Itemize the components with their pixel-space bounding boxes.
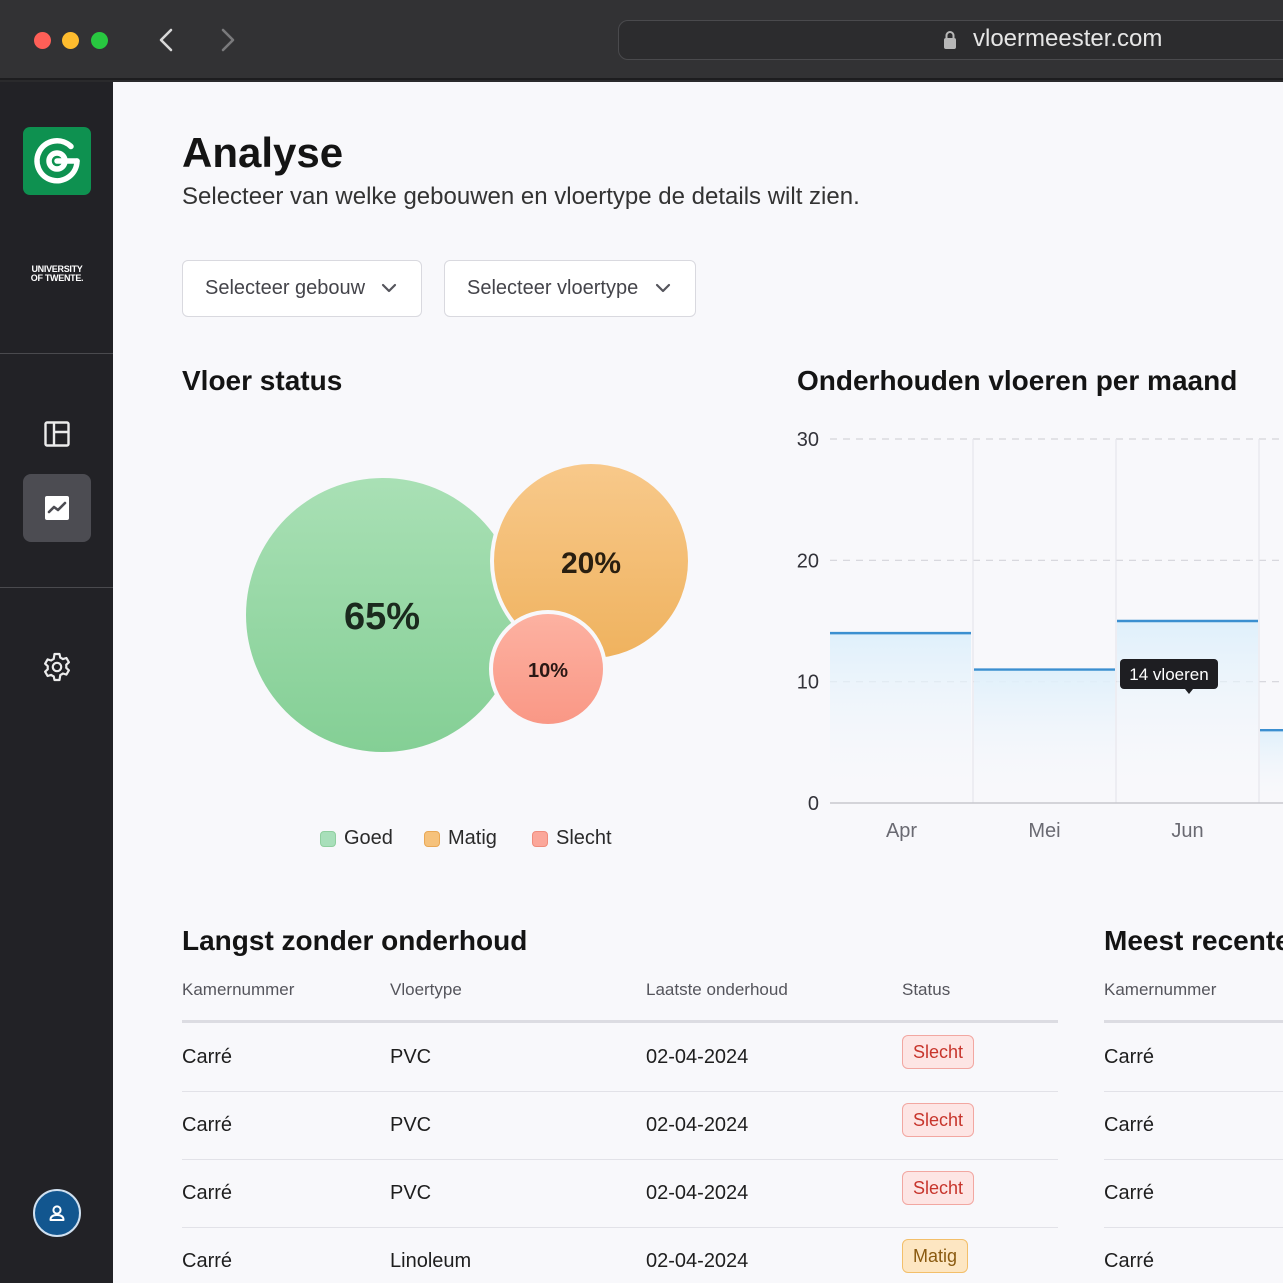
status-badge: Slecht: [902, 1035, 975, 1069]
user-icon: [49, 1205, 65, 1221]
minimize-window-button[interactable]: [62, 32, 79, 49]
cell-floortype: PVC: [390, 1114, 432, 1136]
browser-toolbar: vloermeester.com: [0, 0, 1283, 80]
legend-label-matig: Matig: [448, 827, 497, 849]
sidebar-item-settings[interactable]: [23, 633, 91, 701]
legend-swatch-goed: [320, 830, 336, 847]
layout-icon: [44, 421, 70, 447]
back-arrow-icon[interactable]: [152, 22, 182, 58]
forward-arrow-icon[interactable]: [212, 22, 242, 58]
cell-room: Carré: [182, 1114, 233, 1136]
bubble-matig-label: 20%: [561, 547, 621, 580]
legend-item-slecht: Slecht: [532, 827, 612, 850]
floortype-select-label: Selecteer vloertype: [467, 277, 639, 299]
sidebar-divider: [0, 587, 113, 588]
y-tick-label: 20: [797, 550, 819, 572]
chevron-down-icon: [655, 283, 671, 293]
cell-room: Carré: [182, 1046, 233, 1068]
sidebar-item-analyse[interactable]: [23, 474, 91, 542]
cell-room: Carré: [1104, 1250, 1155, 1272]
legend-label-slecht: Slecht: [556, 827, 612, 849]
y-tick-label: 0: [808, 793, 819, 815]
url-text: vloermeester.com: [973, 25, 1163, 52]
column-header: Kamernummer: [1104, 980, 1217, 999]
building-select[interactable]: Selecteer gebouw: [182, 260, 422, 317]
cell-floortype: Linoleum: [390, 1250, 472, 1272]
page-subtitle: Selecteer van welke gebouwen en vloertyp…: [182, 183, 860, 210]
cell-room: Carré: [1104, 1182, 1155, 1204]
university-logo: UNIVERSITY OF TWENTE.: [20, 265, 94, 283]
x-tick-label: Jun: [1171, 820, 1203, 842]
maintenance-chart: 0 10 20 30 Apr Mei Jun 14 vloeren: [797, 429, 1283, 842]
cell-date: 02-04-2024: [646, 1114, 749, 1136]
area-step: [830, 633, 971, 803]
lock-icon: [944, 31, 956, 49]
table-row[interactable]: Carré: [1104, 1024, 1283, 1092]
chart-tooltip: 14 vloeren: [1120, 659, 1218, 694]
y-tick-label: 30: [797, 429, 819, 451]
page-title: Analyse: [182, 129, 344, 176]
user-profile-button[interactable]: [33, 1189, 81, 1237]
cell-date: 02-04-2024: [646, 1046, 749, 1068]
app-logo[interactable]: [23, 127, 91, 195]
table-left-title: Langst zonder onderhoud: [182, 925, 528, 956]
table-header-divider: [1104, 1020, 1283, 1023]
chart-icon: [45, 496, 69, 520]
floor-status-bubbles: 65% 20% 10%: [246, 460, 692, 752]
sidebar-divider: [0, 353, 113, 354]
legend-label-goed: Goed: [344, 827, 393, 849]
legend-item-matig: Matig: [424, 827, 497, 850]
table-row[interactable]: Carré PVC 02-04-2024 Slecht: [182, 1024, 1058, 1092]
chevron-down-icon: [381, 283, 397, 293]
gear-icon: [44, 652, 70, 682]
table-row[interactable]: Carré: [1104, 1092, 1283, 1160]
legend-swatch-matig: [424, 830, 440, 847]
table-row[interactable]: Carré Linoleum 02-04-2024 Matig: [182, 1228, 1058, 1283]
logo-icon: [34, 138, 80, 184]
cell-date: 02-04-2024: [646, 1182, 749, 1204]
sidebar-item-dashboard[interactable]: [23, 400, 91, 468]
area-step: [1117, 621, 1258, 803]
tooltip-text: 14 vloeren: [1129, 665, 1208, 684]
maximize-window-button[interactable]: [91, 32, 108, 49]
cell-room: Carré: [182, 1182, 233, 1204]
maintenance-chart-title: Onderhouden vloeren per maand: [797, 365, 1238, 396]
area-step: [1260, 730, 1283, 803]
x-tick-label: Apr: [886, 820, 917, 842]
cell-floortype: PVC: [390, 1046, 432, 1068]
cell-room: Carré: [182, 1250, 233, 1272]
column-header: Laatste onderhoud: [646, 980, 788, 999]
table-header-divider: [182, 1020, 1058, 1023]
column-header: Kamernummer: [182, 980, 295, 999]
status-badge: Slecht: [902, 1171, 975, 1205]
building-select-label: Selecteer gebouw: [205, 277, 366, 299]
column-header: Vloertype: [390, 980, 462, 999]
x-tick-label: Mei: [1028, 820, 1060, 842]
sidebar: UNIVERSITY OF TWENTE.: [0, 82, 113, 1283]
column-header: Status: [902, 980, 951, 999]
legend-item-goed: Goed: [320, 827, 393, 850]
status-badge: Slecht: [902, 1103, 975, 1137]
floortype-select[interactable]: Selecteer vloertype: [444, 260, 696, 317]
cell-date: 02-04-2024: [646, 1250, 749, 1272]
legend-swatch-slecht: [532, 830, 548, 847]
university-line-2: OF TWENTE.: [30, 273, 84, 283]
status-badge: Matig: [902, 1239, 969, 1273]
table-row[interactable]: Carré: [1104, 1228, 1283, 1283]
cell-floortype: PVC: [390, 1182, 432, 1204]
cell-room: Carré: [1104, 1114, 1155, 1136]
close-window-button[interactable]: [34, 32, 51, 49]
cell-room: Carré: [1104, 1046, 1155, 1068]
bubble-slecht-label: 10%: [528, 660, 568, 682]
table-row[interactable]: Carré PVC 02-04-2024 Slecht: [182, 1160, 1058, 1228]
main-content: Analyse Selecteer van welke gebouwen en …: [113, 82, 1283, 1283]
floor-status-title: Vloer status: [182, 365, 343, 396]
y-tick-label: 10: [797, 672, 819, 694]
area-step: [974, 669, 1115, 803]
table-row[interactable]: Carré PVC 02-04-2024 Slecht: [182, 1092, 1058, 1160]
table-row[interactable]: Carré: [1104, 1160, 1283, 1228]
table-right-title: Meest recente: [1104, 925, 1283, 956]
bubble-goed-label: 65%: [344, 596, 420, 638]
